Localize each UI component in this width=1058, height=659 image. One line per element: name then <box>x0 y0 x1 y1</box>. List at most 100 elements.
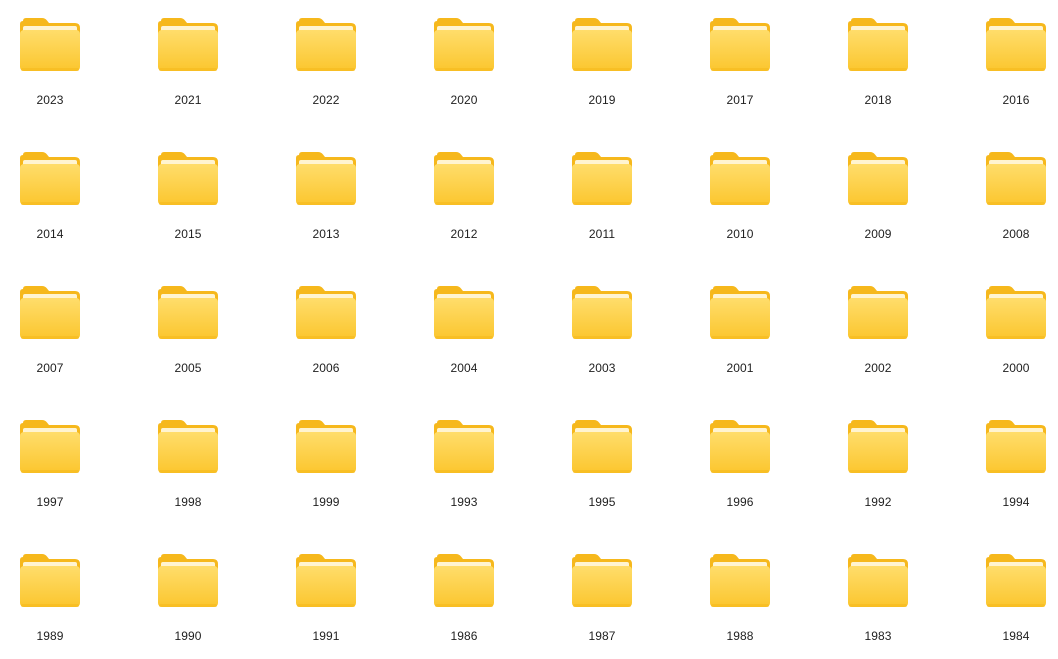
folder-label: 2019 <box>588 93 616 107</box>
folder-item[interactable]: 1989 <box>0 536 120 656</box>
folder-icon <box>710 152 770 205</box>
folder-item[interactable]: 1992 <box>828 402 948 522</box>
folder-item[interactable]: 2009 <box>828 134 948 254</box>
folder-item[interactable]: 1998 <box>138 402 258 522</box>
folder-item[interactable]: 1994 <box>966 402 1058 522</box>
folder-item[interactable]: 2017 <box>690 0 810 120</box>
folder-icon <box>572 286 632 339</box>
folder-icon <box>434 420 494 473</box>
folder-label: 2001 <box>726 361 754 375</box>
folder-label: 1997 <box>36 495 64 509</box>
folder-icon <box>296 286 356 339</box>
folder-label: 2016 <box>1002 93 1030 107</box>
folder-label: 2011 <box>588 227 616 241</box>
folder-label: 2007 <box>36 361 64 375</box>
folder-item[interactable]: 2015 <box>138 134 258 254</box>
folder-item[interactable]: 2018 <box>828 0 948 120</box>
folder-item[interactable]: 2021 <box>138 0 258 120</box>
folder-item[interactable]: 1999 <box>276 402 396 522</box>
folder-label: 2017 <box>726 93 754 107</box>
folder-icon <box>710 286 770 339</box>
folder-label: 2006 <box>312 361 340 375</box>
folder-icon <box>296 18 356 71</box>
folder-item[interactable]: 2014 <box>0 134 120 254</box>
folder-label: 2018 <box>864 93 892 107</box>
folder-item[interactable]: 1997 <box>0 402 120 522</box>
folder-item[interactable]: 2003 <box>552 268 672 388</box>
folder-icon <box>158 18 218 71</box>
folder-label: 1996 <box>726 495 754 509</box>
folder-item[interactable]: 2013 <box>276 134 396 254</box>
folder-label: 1984 <box>1002 629 1030 643</box>
folder-icon <box>848 286 908 339</box>
folder-label: 1995 <box>588 495 616 509</box>
folder-label: 2015 <box>174 227 202 241</box>
folder-item[interactable]: 2007 <box>0 268 120 388</box>
folder-item[interactable]: 2011 <box>552 134 672 254</box>
folder-icon <box>986 18 1046 71</box>
folder-label: 2021 <box>174 93 202 107</box>
folder-icon <box>710 554 770 607</box>
folder-item[interactable]: 2012 <box>414 134 534 254</box>
folder-label: 1991 <box>312 629 340 643</box>
folder-label: 2012 <box>450 227 478 241</box>
folder-icon <box>20 420 80 473</box>
folder-label: 2020 <box>450 93 478 107</box>
folder-item[interactable]: 2000 <box>966 268 1058 388</box>
folder-item[interactable]: 2002 <box>828 268 948 388</box>
folder-label: 2000 <box>1002 361 1030 375</box>
folder-item[interactable]: 1991 <box>276 536 396 656</box>
folder-item[interactable]: 1996 <box>690 402 810 522</box>
folder-item[interactable]: 1995 <box>552 402 672 522</box>
folder-label: 1998 <box>174 495 202 509</box>
folder-icon <box>572 554 632 607</box>
folder-item[interactable]: 2016 <box>966 0 1058 120</box>
folder-label: 1989 <box>36 629 64 643</box>
folder-label: 1987 <box>588 629 616 643</box>
folder-icon <box>158 152 218 205</box>
folder-item[interactable]: 1993 <box>414 402 534 522</box>
folder-icon <box>572 152 632 205</box>
folder-icon <box>986 152 1046 205</box>
folder-icon <box>158 286 218 339</box>
folder-item[interactable]: 2023 <box>0 0 120 120</box>
folder-icon <box>296 420 356 473</box>
folder-label: 1986 <box>450 629 478 643</box>
folder-item[interactable]: 2008 <box>966 134 1058 254</box>
folder-item[interactable]: 2020 <box>414 0 534 120</box>
folder-icon <box>434 18 494 71</box>
folder-label: 1993 <box>450 495 478 509</box>
folder-icon <box>158 420 218 473</box>
folder-item[interactable]: 1990 <box>138 536 258 656</box>
folder-item[interactable]: 2006 <box>276 268 396 388</box>
folder-item[interactable]: 1984 <box>966 536 1058 656</box>
folder-icon <box>20 152 80 205</box>
folder-item[interactable]: 2004 <box>414 268 534 388</box>
folder-item[interactable]: 2022 <box>276 0 396 120</box>
folder-item[interactable]: 2010 <box>690 134 810 254</box>
folder-icon <box>296 152 356 205</box>
folder-icon <box>848 18 908 71</box>
folder-icon <box>434 152 494 205</box>
folder-item[interactable]: 1983 <box>828 536 948 656</box>
folder-icon <box>986 420 1046 473</box>
folder-item[interactable]: 2001 <box>690 268 810 388</box>
folder-item[interactable]: 1988 <box>690 536 810 656</box>
folder-label: 2009 <box>864 227 892 241</box>
folder-label: 2004 <box>450 361 478 375</box>
folder-item[interactable]: 1986 <box>414 536 534 656</box>
folder-label: 1988 <box>726 629 754 643</box>
folder-grid: 2023 2021 2022 2020 2019 2017 2018 2016 2014 2015… <box>0 0 1058 659</box>
folder-icon <box>848 420 908 473</box>
folder-icon <box>296 554 356 607</box>
folder-label: 2014 <box>36 227 64 241</box>
folder-icon <box>20 554 80 607</box>
folder-icon <box>848 152 908 205</box>
folder-item[interactable]: 2019 <box>552 0 672 120</box>
folder-label: 2002 <box>864 361 892 375</box>
folder-label: 1999 <box>312 495 340 509</box>
folder-item[interactable]: 1987 <box>552 536 672 656</box>
folder-item[interactable]: 2005 <box>138 268 258 388</box>
folder-icon <box>434 286 494 339</box>
folder-icon <box>20 286 80 339</box>
